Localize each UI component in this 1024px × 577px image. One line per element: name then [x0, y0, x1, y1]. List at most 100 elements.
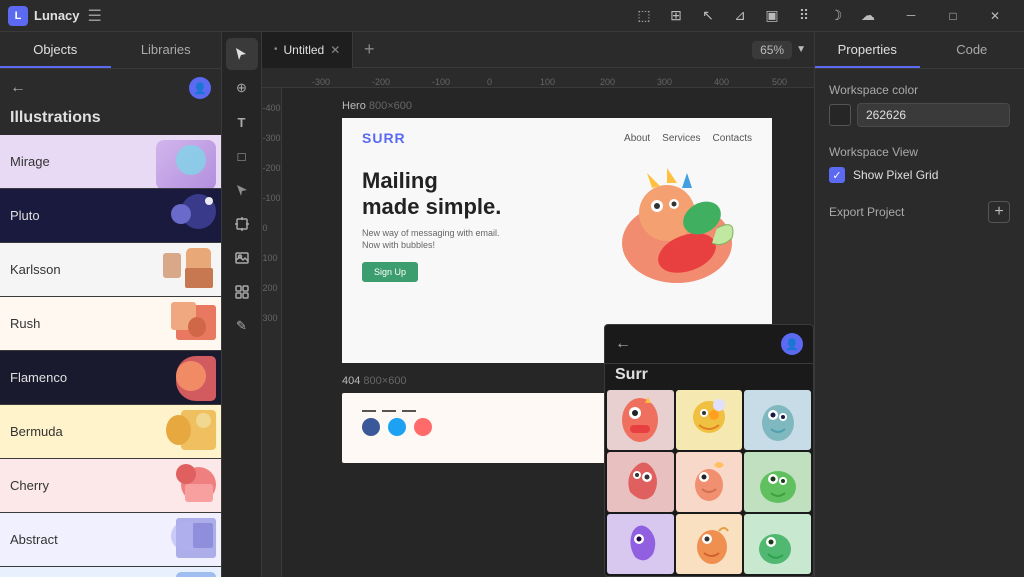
- grid-layout-icon[interactable]: ⊞: [662, 5, 690, 27]
- tab-code[interactable]: Code: [920, 32, 1024, 68]
- component-tool[interactable]: [226, 276, 258, 308]
- horizontal-ruler: -300 -200 -100 0 100 200 300 400 500 600…: [262, 68, 814, 88]
- surr-panel-header: ← 👤: [605, 325, 813, 364]
- pointer-icon[interactable]: ↖: [694, 5, 722, 27]
- color-swatch[interactable]: [829, 104, 851, 126]
- tab-properties[interactable]: Properties: [815, 32, 920, 68]
- sidebar-header: ← 👤: [0, 69, 221, 107]
- panel-body: Workspace color 262626 Workspace View ✓ …: [815, 69, 1024, 237]
- right-panel: Properties Code Workspace color 262626 W…: [814, 32, 1024, 577]
- close-tab-button[interactable]: ✕: [330, 43, 340, 57]
- ruler-v-tick: 100: [262, 253, 280, 263]
- item-label-abstract: Abstract: [10, 532, 58, 547]
- surr-back-button[interactable]: ←: [615, 335, 631, 353]
- surr-cell-5[interactable]: [676, 452, 743, 512]
- surr-cell-2[interactable]: [676, 390, 743, 450]
- export-label: Export Project: [829, 205, 904, 219]
- hero-cta-button[interactable]: Sign Up: [362, 262, 418, 282]
- ruler-v-tick: -100: [262, 193, 280, 203]
- hero-illustration-svg: [592, 168, 752, 288]
- cursor-icon[interactable]: ⊿: [726, 5, 754, 27]
- arrow-tool[interactable]: [226, 174, 258, 206]
- list-item-cherry[interactable]: Cherry: [0, 459, 221, 513]
- rect-tool[interactable]: □: [226, 140, 258, 172]
- hero-text: Mailing made simple. New way of messagin…: [362, 168, 582, 288]
- section-title: Illustrations: [0, 107, 221, 135]
- list-item-fogg[interactable]: Fogg: [0, 567, 221, 577]
- ruler-tick: -200: [372, 77, 390, 87]
- export-add-button[interactable]: +: [988, 201, 1010, 223]
- window-controls: － □ ✕: [890, 0, 1016, 32]
- ruler-tick: -100: [432, 77, 450, 87]
- list-item-abstract[interactable]: Abstract: [0, 513, 221, 567]
- list-item-mirage[interactable]: Mirage: [0, 135, 221, 189]
- hamburger-menu[interactable]: ☰: [88, 6, 102, 26]
- list-item-flamenco[interactable]: Flamenco: [0, 351, 221, 405]
- user-avatar[interactable]: 👤: [189, 77, 211, 99]
- ruler-tick: 300: [657, 77, 672, 87]
- zoom-value[interactable]: 65%: [752, 41, 792, 59]
- pen-tool[interactable]: ✎: [226, 310, 258, 342]
- tab-objects[interactable]: Objects: [0, 32, 111, 68]
- image-icon[interactable]: ▣: [758, 5, 786, 27]
- ruler-tick: -300: [312, 77, 330, 87]
- tool-bar: ⊕ T □ ✎: [222, 32, 262, 577]
- color-value-input[interactable]: 262626: [857, 103, 1010, 127]
- surr-cell-7[interactable]: [607, 514, 674, 574]
- ruler-tick: 500: [772, 77, 787, 87]
- list-item-bermuda[interactable]: Bermuda: [0, 405, 221, 459]
- item-label-pluto: Pluto: [10, 208, 40, 223]
- workspace-view-section: Workspace View ✓ Show Pixel Grid: [829, 145, 1010, 183]
- ruler-tick: 400: [714, 77, 729, 87]
- ruler-v-tick: 300: [262, 313, 280, 323]
- close-button[interactable]: ✕: [974, 0, 1016, 32]
- vertical-ruler: -400 -300 -200 -100 0 100 200 300: [262, 88, 282, 577]
- hero-artboard-label: Hero 800×600: [342, 100, 412, 112]
- frame-select-icon[interactable]: ⬚: [630, 5, 658, 27]
- surr-panel-title: Surr: [605, 364, 813, 388]
- minimize-button[interactable]: －: [890, 0, 932, 32]
- canvas-tab-untitled[interactable]: • Untitled ✕: [262, 32, 353, 68]
- ruler-v-tick: 0: [262, 223, 280, 233]
- titlebar: L Lunacy ☰ ⬚ ⊞ ↖ ⊿ ▣ ⠿ ☽ ☁ － □ ✕: [0, 0, 1024, 32]
- hero-body-text: New way of messaging with email.Now with…: [362, 227, 582, 252]
- ruler-v-tick: -400: [262, 103, 280, 113]
- page404-artboard-label: 404 800×600: [342, 375, 407, 387]
- hero-body: Mailing made simple. New way of messagin…: [342, 158, 772, 288]
- show-pixel-grid-label: Show Pixel Grid: [853, 168, 938, 182]
- zoom-chevron-icon[interactable]: ▼: [796, 44, 806, 55]
- app-logo: L Lunacy: [8, 6, 80, 26]
- show-pixel-grid-row: ✓ Show Pixel Grid: [829, 167, 1010, 183]
- tab-libraries[interactable]: Libraries: [111, 32, 222, 68]
- surr-cell-1[interactable]: [607, 390, 674, 450]
- item-label-rush: Rush: [10, 316, 40, 331]
- back-button[interactable]: ←: [10, 79, 26, 97]
- image-tool[interactable]: [226, 242, 258, 274]
- cloud-icon[interactable]: ☁: [854, 5, 882, 27]
- sidebar-tabs: Objects Libraries: [0, 32, 221, 69]
- moon-icon[interactable]: ☽: [822, 5, 850, 27]
- text-tool[interactable]: T: [226, 106, 258, 138]
- artboard-tool[interactable]: [226, 208, 258, 240]
- surr-user-icon[interactable]: 👤: [781, 333, 803, 355]
- select-tool[interactable]: [226, 38, 258, 70]
- hero-nav: SURR About Services Contacts: [342, 118, 772, 158]
- titlebar-icon-group: ⬚ ⊞ ↖ ⊿ ▣ ⠿ ☽ ☁: [630, 5, 882, 27]
- surr-cell-8[interactable]: [676, 514, 743, 574]
- add-tab-button[interactable]: +: [353, 32, 385, 68]
- list-item-karlsson[interactable]: Karlsson: [0, 243, 221, 297]
- list-item-rush[interactable]: Rush: [0, 297, 221, 351]
- surr-cell-4[interactable]: [607, 452, 674, 512]
- app-logo-icon: L: [8, 6, 28, 26]
- surr-cell-3[interactable]: [744, 390, 811, 450]
- tab-bar: • Untitled ✕ + 65% ▼: [262, 32, 814, 68]
- surr-cell-6[interactable]: [744, 452, 811, 512]
- show-pixel-grid-checkbox[interactable]: ✓: [829, 167, 845, 183]
- list-item-pluto[interactable]: Pluto: [0, 189, 221, 243]
- maximize-button[interactable]: □: [932, 0, 974, 32]
- surr-cell-9[interactable]: [744, 514, 811, 574]
- tab-modified-dot: •: [274, 44, 278, 55]
- grid-icon[interactable]: ⠿: [790, 5, 818, 27]
- zoom-tool[interactable]: ⊕: [226, 72, 258, 104]
- surr-panel: ← 👤 Surr: [604, 324, 814, 577]
